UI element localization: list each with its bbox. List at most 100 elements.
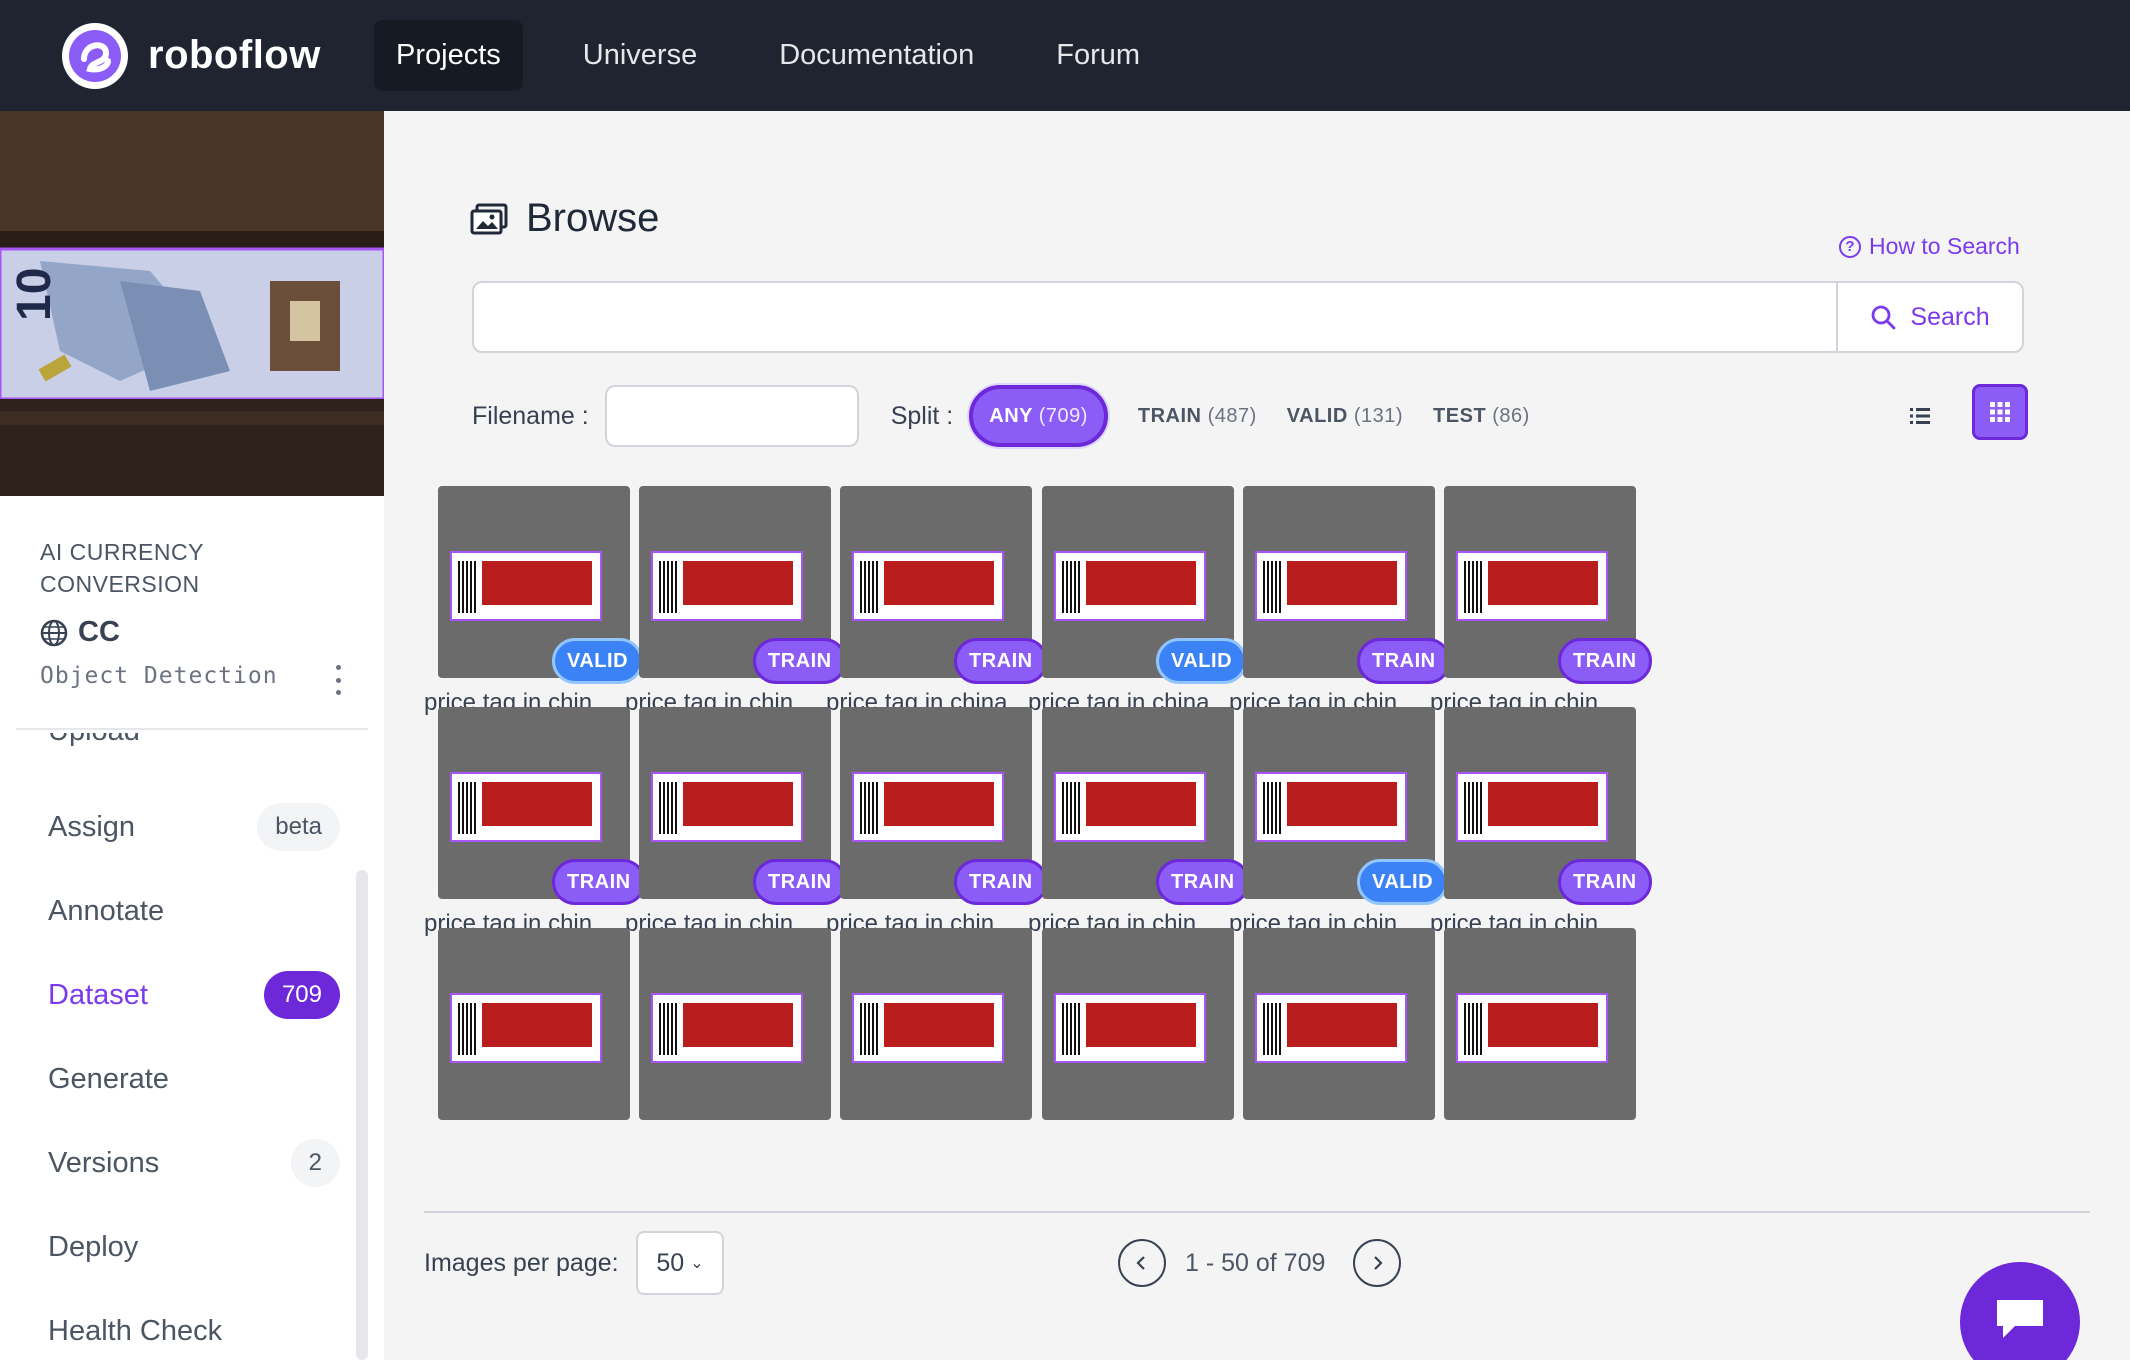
image-card[interactable]: VALID price tag in china... bbox=[1028, 486, 1248, 736]
search-icon bbox=[1871, 305, 1896, 330]
filename-label: Filename : bbox=[472, 401, 589, 430]
image-card[interactable] bbox=[625, 928, 835, 1178]
sidebar-item-annotate[interactable]: Annotate bbox=[48, 881, 340, 941]
roboflow-logo-icon bbox=[62, 22, 128, 89]
grid-icon bbox=[1990, 402, 2010, 422]
price-tag-image bbox=[651, 772, 803, 842]
image-card[interactable]: TRAIN price tag in chin... bbox=[1430, 486, 1652, 736]
filter-bar: Filename : Split : ANY (709) TRAIN (487)… bbox=[472, 384, 2028, 448]
page-title: Browse bbox=[526, 196, 660, 240]
sidebar-scrollbar[interactable] bbox=[356, 870, 368, 1360]
sidebar-item-label: Upload bbox=[48, 733, 140, 748]
split-badge: TRAIN bbox=[1558, 859, 1652, 905]
split-filter-count: (131) bbox=[1353, 404, 1404, 427]
per-page-select[interactable]: 50 ⌄ bbox=[636, 1231, 724, 1295]
search-button[interactable]: Search bbox=[1836, 283, 2022, 351]
image-card[interactable] bbox=[424, 928, 634, 1178]
image-thumbnail[interactable] bbox=[840, 928, 1032, 1120]
filename-input[interactable] bbox=[604, 385, 859, 447]
next-page-button[interactable] bbox=[1353, 1239, 1401, 1287]
image-thumbnail[interactable] bbox=[438, 928, 630, 1120]
price-tag-image bbox=[852, 551, 1004, 621]
image-thumbnail[interactable] bbox=[1444, 928, 1636, 1120]
how-to-search-link[interactable]: ? How to Search bbox=[1839, 233, 2020, 260]
search-bar: Search bbox=[472, 281, 2024, 353]
image-thumbnail[interactable] bbox=[1243, 928, 1435, 1120]
project-thumbnail: 10 bbox=[0, 111, 384, 496]
price-tag-image bbox=[450, 772, 602, 842]
image-card[interactable]: VALID price tag in chin... bbox=[424, 486, 644, 736]
chevron-right-icon bbox=[1374, 1256, 1383, 1270]
split-filter-label: ANY bbox=[989, 405, 1033, 427]
beta-badge: beta bbox=[257, 803, 340, 851]
image-thumbnail[interactable] bbox=[639, 928, 831, 1120]
image-card[interactable] bbox=[1028, 928, 1238, 1178]
versions-count-badge: 2 bbox=[290, 1139, 340, 1187]
more-options-icon[interactable] bbox=[332, 665, 344, 695]
price-tag-image bbox=[651, 993, 803, 1063]
split-filter-count: (86) bbox=[1492, 404, 1530, 427]
search-button-label: Search bbox=[1910, 302, 1990, 331]
image-card[interactable]: TRAIN price tag in chin... bbox=[424, 707, 646, 957]
image-card[interactable]: TRAIN price tag in chin... bbox=[1028, 707, 1250, 957]
sidebar-item-assign[interactable]: Assign beta bbox=[48, 797, 340, 857]
price-tag-image bbox=[1054, 551, 1206, 621]
split-filter-any[interactable]: ANY (709) bbox=[969, 385, 1108, 447]
sidebar-item-upload[interactable]: Upload bbox=[48, 733, 340, 761]
list-view-button[interactable] bbox=[1900, 396, 1940, 436]
sidebar-item-label: Annotate bbox=[48, 894, 165, 927]
browse-header: Browse bbox=[470, 196, 659, 241]
split-filter-train[interactable]: TRAIN (487) bbox=[1138, 405, 1257, 428]
price-tag-image bbox=[852, 993, 1004, 1063]
nav-projects[interactable]: Projects bbox=[374, 20, 523, 91]
project-type: Object Detection bbox=[40, 663, 278, 689]
sidebar-item-label: Deploy bbox=[48, 1230, 139, 1263]
image-card[interactable] bbox=[1229, 928, 1439, 1178]
sidebar-item-label: Versions bbox=[48, 1146, 160, 1179]
price-tag-image bbox=[1255, 772, 1407, 842]
image-card[interactable]: TRAIN price tag in chin... bbox=[625, 707, 847, 957]
split-filter-valid[interactable]: VALID (131) bbox=[1287, 405, 1403, 428]
sidebar-item-label: Assign bbox=[48, 810, 136, 843]
how-to-search-label: How to Search bbox=[1869, 233, 2020, 259]
price-tag-image bbox=[1456, 993, 1608, 1063]
image-card[interactable]: TRAIN price tag in chin... bbox=[1430, 707, 1652, 957]
split-badge: TRAIN bbox=[1558, 638, 1652, 684]
image-card[interactable]: TRAIN price tag in chin... bbox=[826, 707, 1048, 957]
image-card[interactable]: TRAIN price tag in china... bbox=[826, 486, 1048, 736]
previous-page-button[interactable] bbox=[1118, 1239, 1166, 1287]
per-page-value: 50 bbox=[656, 1248, 685, 1277]
project-menu: Upload Assign beta Annotate Dataset 709 … bbox=[0, 733, 384, 1360]
roboflow-logo[interactable]: roboflow bbox=[62, 22, 332, 89]
nav-forum[interactable]: Forum bbox=[1034, 20, 1162, 91]
price-tag-image bbox=[450, 993, 602, 1063]
price-tag-image bbox=[1255, 551, 1407, 621]
sidebar-item-generate[interactable]: Generate bbox=[48, 1049, 340, 1109]
chat-icon bbox=[1997, 1300, 2043, 1338]
sidebar-item-label: Dataset bbox=[48, 978, 148, 1011]
split-filter-test[interactable]: TEST (86) bbox=[1433, 405, 1530, 428]
main-nav: Projects Universe Documentation Forum bbox=[374, 20, 1200, 91]
split-filter-count: (709) bbox=[1038, 405, 1088, 427]
image-card[interactable] bbox=[826, 928, 1036, 1178]
search-input[interactable] bbox=[474, 283, 1836, 351]
price-tag-image bbox=[651, 551, 803, 621]
nav-universe[interactable]: Universe bbox=[561, 20, 719, 91]
image-card[interactable]: VALID price tag in chin... bbox=[1229, 707, 1449, 957]
image-card[interactable]: TRAIN price tag in chin... bbox=[1229, 486, 1451, 736]
sidebar-item-deploy[interactable]: Deploy bbox=[48, 1217, 340, 1277]
chevron-left-icon bbox=[1136, 1256, 1145, 1270]
app-name: roboflow bbox=[148, 33, 321, 77]
sidebar-item-versions[interactable]: Versions 2 bbox=[48, 1133, 340, 1193]
grid-view-button[interactable] bbox=[1972, 384, 2028, 440]
image-grid: VALID price tag in chin... TRAIN price tag … bbox=[424, 486, 2090, 1210]
sidebar-item-health-check[interactable]: Health Check bbox=[48, 1301, 340, 1360]
split-filter-label: VALID bbox=[1286, 404, 1348, 427]
project-sidebar: 10 AI CURRENCY CONVERSION CC Object Dete… bbox=[0, 111, 384, 1360]
image-card[interactable]: TRAIN price tag in chin... bbox=[625, 486, 847, 736]
split-filter-label: TEST bbox=[1433, 404, 1487, 427]
sidebar-item-dataset[interactable]: Dataset 709 bbox=[48, 965, 340, 1025]
nav-documentation[interactable]: Documentation bbox=[757, 20, 996, 91]
image-thumbnail[interactable] bbox=[1042, 928, 1234, 1120]
image-card[interactable] bbox=[1430, 928, 1640, 1178]
